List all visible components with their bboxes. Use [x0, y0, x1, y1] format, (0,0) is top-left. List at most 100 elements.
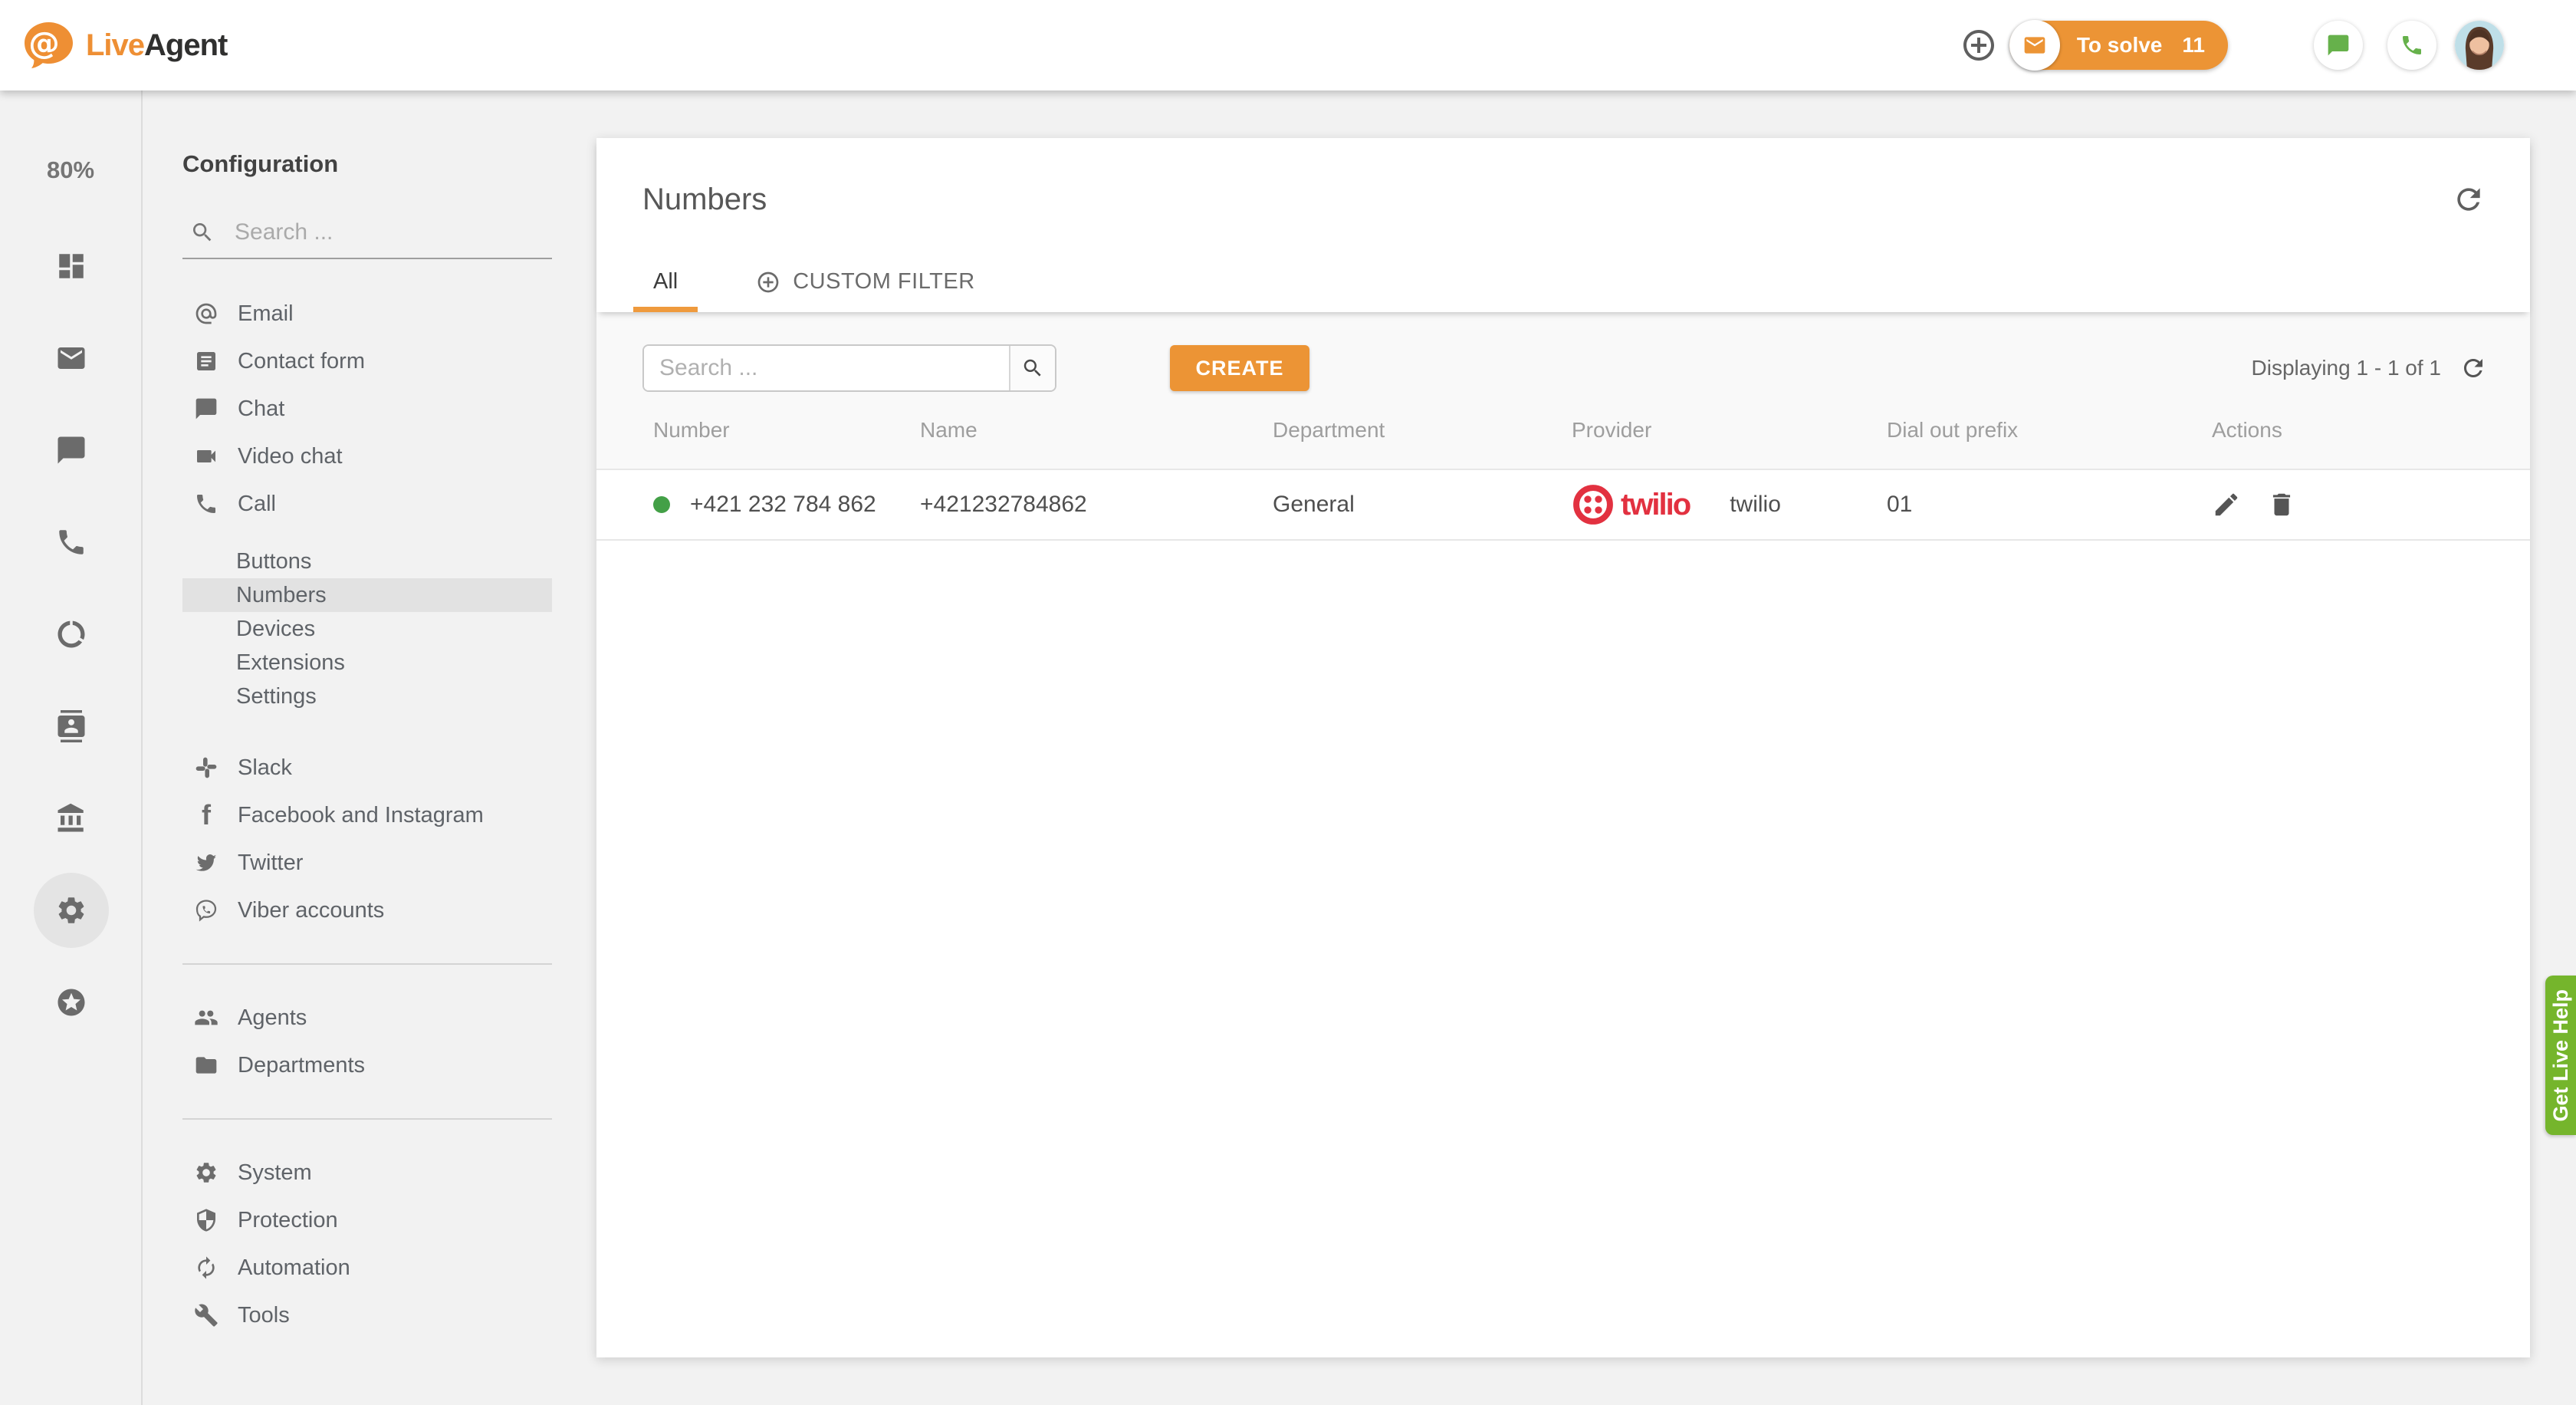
sidebar-item-label: System — [238, 1160, 312, 1185]
sidebar-item-agents[interactable]: Agents — [182, 994, 552, 1041]
rail-stars-icon[interactable] — [55, 986, 87, 1018]
tools-wrench-icon — [193, 1302, 219, 1328]
chat-bubble-icon — [2328, 35, 2349, 56]
sidebar-item-label: Twitter — [238, 850, 304, 875]
rail-chat-icon[interactable] — [55, 434, 87, 466]
department-cell: General — [1273, 492, 1355, 517]
sidebar-item-label: Tools — [238, 1302, 290, 1328]
sidebar-item-email[interactable]: Email — [182, 290, 552, 337]
edit-icon[interactable] — [2212, 490, 2241, 519]
sidebar-item-video-chat[interactable]: Video chat — [182, 433, 552, 480]
panel-toolbar-zone: CREATE Displaying 1 - 1 of 1 Number Name… — [596, 312, 2530, 469]
sidebar-item-label: Email — [238, 301, 294, 326]
configuration-sidebar: Configuration Email Contact form Chat Vi… — [143, 90, 596, 1405]
sidebar-item-viber[interactable]: Viber accounts — [182, 887, 552, 934]
plus-circle-icon — [757, 271, 779, 292]
twilio-wordmark: twilio — [1621, 487, 1691, 522]
sidebar-item-label: Departments — [238, 1052, 366, 1078]
sidebar-item-label: Automation — [238, 1255, 350, 1280]
add-new-icon[interactable] — [1960, 27, 1997, 64]
sidebar-divider — [182, 1118, 552, 1120]
rail-dashboard-icon[interactable] — [55, 250, 87, 282]
mail-icon — [2024, 37, 2045, 54]
sidebar-subitem-numbers[interactable]: Numbers — [182, 578, 552, 612]
table-row[interactable]: +421 232 784 862 +421232784862 General t… — [596, 469, 2530, 541]
usage-percent: 80% — [46, 156, 95, 183]
sidebar-subitem-label: Buttons — [236, 548, 312, 574]
table-search — [642, 344, 1056, 392]
sidebar-item-departments[interactable]: Departments — [182, 1041, 552, 1089]
viber-icon — [193, 897, 219, 923]
sidebar-item-system[interactable]: System — [182, 1149, 552, 1196]
search-icon — [193, 223, 212, 242]
number-cell: +421 232 784 862 — [653, 492, 920, 518]
sidebar-item-contact-form[interactable]: Contact form — [182, 337, 552, 385]
chats-button[interactable] — [2314, 21, 2363, 70]
sidebar-subitem-buttons[interactable]: Buttons — [182, 545, 552, 578]
sidebar-subitem-label: Numbers — [236, 582, 327, 607]
sidebar-item-label: Call — [238, 491, 276, 516]
sidebar-item-twitter[interactable]: Twitter — [182, 839, 552, 887]
rail-data-usage-icon[interactable] — [55, 618, 87, 650]
numbers-panel: Numbers All CUSTOM FILTER CREATE — [596, 138, 2530, 1357]
facebook-icon: f — [202, 799, 211, 831]
tab-all-label: All — [653, 269, 678, 294]
sidebar-item-call[interactable]: Call — [182, 480, 552, 528]
rail-mail-icon[interactable] — [55, 342, 87, 374]
sidebar-subitem-settings[interactable]: Settings — [182, 679, 552, 713]
twilio-logo: twilio — [1572, 483, 1691, 526]
sidebar-item-automation[interactable]: Automation — [182, 1244, 552, 1291]
slack-icon — [193, 755, 219, 781]
sidebar-item-label: Protection — [238, 1207, 338, 1232]
sidebar-search-input[interactable] — [235, 219, 526, 245]
tab-custom-filter[interactable]: CUSTOM FILTER — [748, 257, 982, 312]
toolbar: CREATE Displaying 1 - 1 of 1 — [596, 344, 2530, 392]
departments-icon — [193, 1052, 219, 1078]
rail-settings-icon[interactable] — [55, 894, 87, 926]
name-cell: +421232784862 — [920, 492, 1087, 517]
rail-call-icon[interactable] — [55, 526, 87, 558]
sidebar-item-tools[interactable]: Tools — [182, 1291, 552, 1339]
automation-sync-icon — [193, 1255, 219, 1281]
list-refresh-icon[interactable] — [2459, 354, 2487, 382]
column-header-actions: Actions — [2212, 418, 2282, 442]
email-icon — [193, 301, 219, 327]
get-live-help-label: Get Live Help — [2548, 989, 2572, 1122]
column-header-number: Number — [653, 418, 730, 442]
sidebar-search[interactable] — [182, 213, 552, 259]
sidebar-item-label: Viber accounts — [238, 897, 385, 923]
sidebar-item-slack[interactable]: Slack — [182, 744, 552, 791]
sidebar-subitem-extensions[interactable]: Extensions — [182, 646, 552, 679]
pagination-info: Displaying 1 - 1 of 1 — [2252, 354, 2487, 382]
create-button[interactable]: CREATE — [1170, 345, 1309, 391]
sidebar-item-protection[interactable]: Protection — [182, 1196, 552, 1244]
sidebar-subitem-devices[interactable]: Devices — [182, 612, 552, 646]
panel-refresh-icon[interactable] — [2452, 183, 2486, 216]
table-search-button[interactable] — [1009, 346, 1055, 390]
page-title: Numbers — [642, 183, 767, 216]
liveagent-logo[interactable]: @ LiveAgent — [20, 18, 228, 73]
to-solve-button[interactable]: To solve 11 — [2009, 20, 2228, 71]
phone-icon — [2403, 36, 2421, 54]
get-live-help-button[interactable]: Get Live Help — [2545, 976, 2576, 1135]
rail-billing-icon[interactable] — [55, 802, 87, 834]
sidebar-items: Email Contact form Chat Video chat Call … — [182, 290, 596, 1339]
delete-icon[interactable] — [2267, 490, 2296, 519]
status-online-dot — [653, 496, 670, 513]
column-header-provider: Provider — [1572, 418, 1652, 442]
liveagent-bubble-icon: @ — [25, 22, 73, 68]
to-solve-label: To solve — [2076, 33, 2163, 57]
system-gear-icon — [193, 1160, 219, 1186]
twilio-mark-icon — [1573, 485, 1613, 525]
sidebar-item-chat[interactable]: Chat — [182, 385, 552, 433]
sidebar-item-facebook-instagram[interactable]: f Facebook and Instagram — [182, 791, 552, 839]
tab-all[interactable]: All — [633, 257, 698, 312]
column-header-name: Name — [920, 418, 978, 442]
calls-button[interactable] — [2387, 21, 2436, 70]
table-search-input[interactable] — [644, 346, 1009, 390]
sidebar-divider — [182, 963, 552, 965]
user-avatar[interactable] — [2455, 21, 2504, 70]
rail-contacts-icon[interactable] — [55, 710, 87, 742]
liveagent-app: @ LiveAgent To solve 11 80% Configuratio… — [0, 0, 2576, 1405]
table-header-row: Number Name Department Provider Dial out… — [596, 392, 2530, 469]
